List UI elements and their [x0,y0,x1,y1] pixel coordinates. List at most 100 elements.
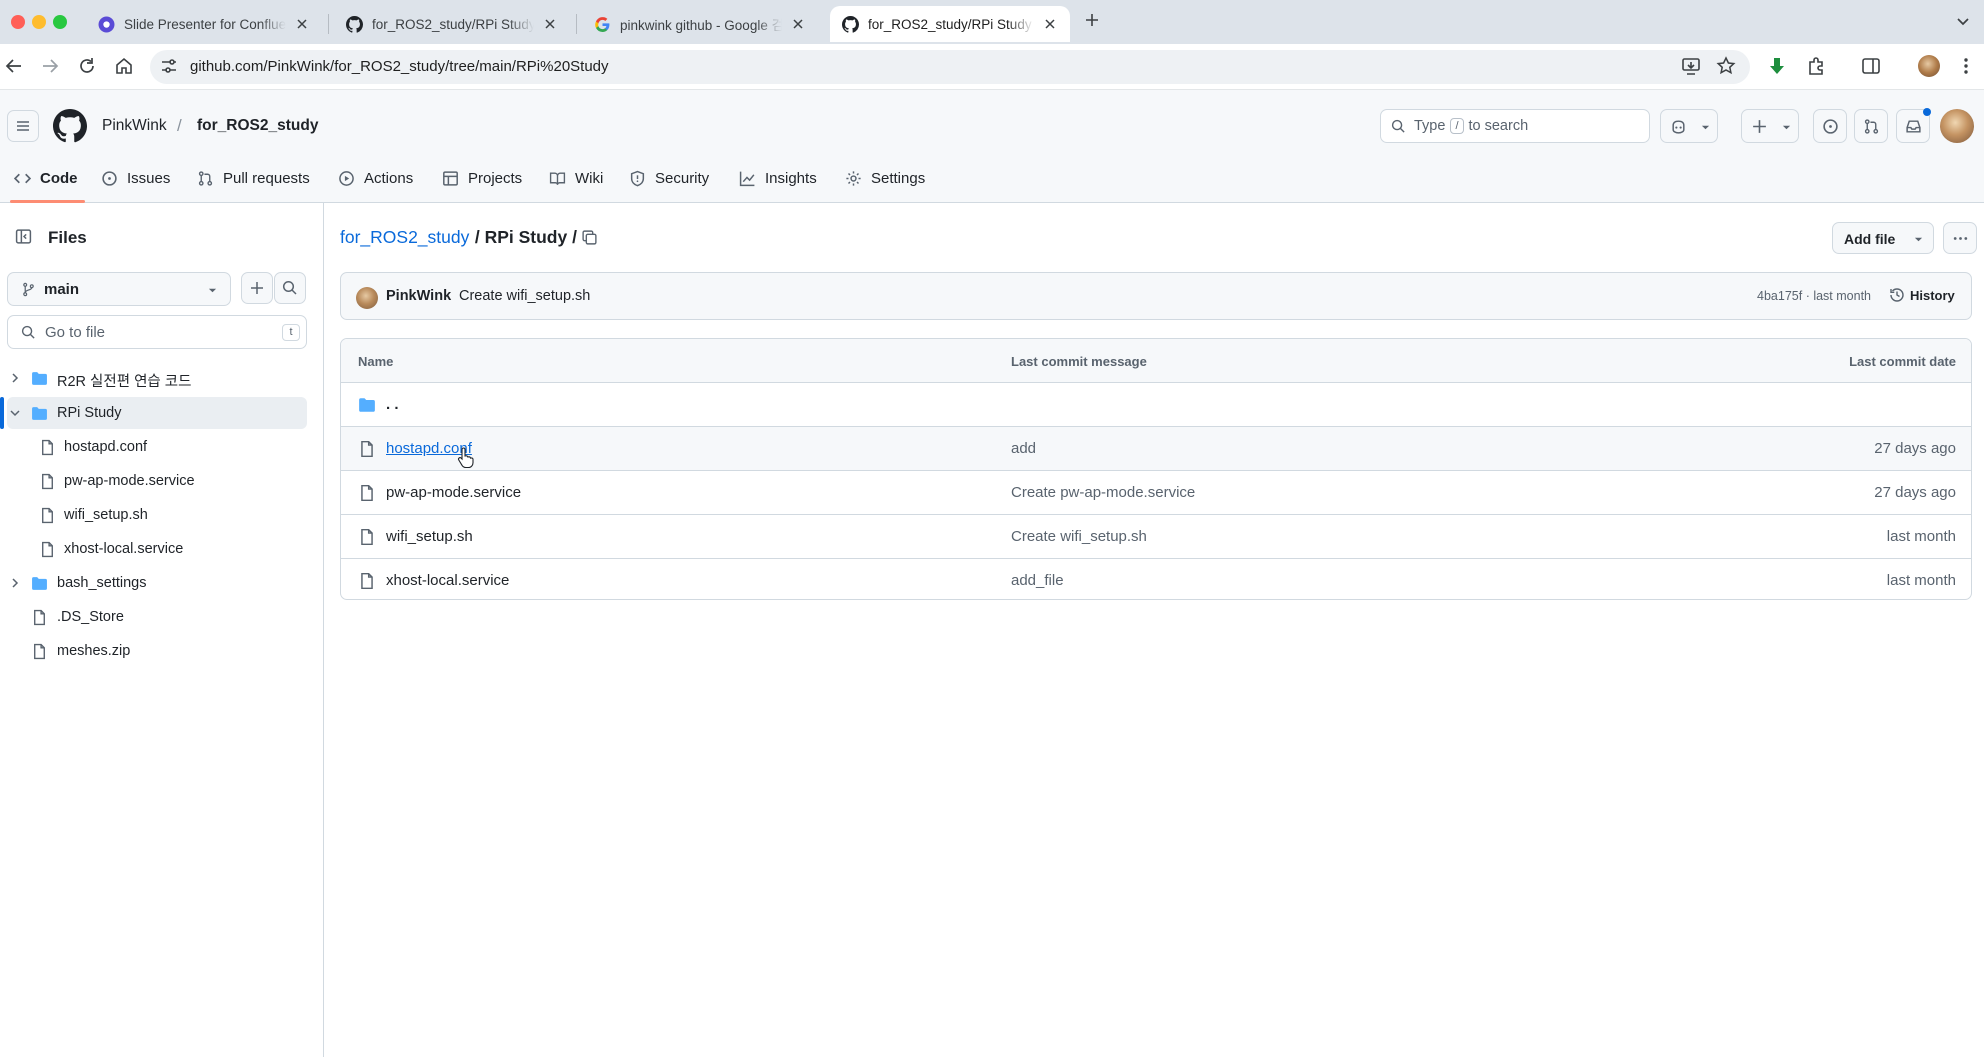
profile-avatar[interactable] [1918,55,1940,77]
close-tab-icon[interactable] [294,16,310,32]
side-panel-icon[interactable] [1860,55,1882,77]
tab-pull-requests[interactable]: Pull requests [197,166,310,190]
breadcrumb-owner-link[interactable]: PinkWink [102,117,167,135]
browser-tab[interactable]: pinkwink github - Google 검색 [582,6,818,42]
create-new-button[interactable] [1741,109,1799,143]
copy-path-icon[interactable] [581,229,598,246]
tab-code[interactable]: Code [14,166,78,190]
copilot-button[interactable] [1660,109,1718,143]
commit-message-link[interactable]: add_file [1011,572,1064,589]
tree-item-file[interactable]: pw-ap-mode.service [7,465,307,497]
tab-title: pinkwink github - Google 검색 [620,18,782,33]
chevron-down-icon [10,410,20,417]
commit-author[interactable]: PinkWink [386,288,451,304]
commit-date: last month [1886,572,1956,589]
browser-tab[interactable]: Slide Presenter for Confluence [86,6,322,42]
folder-icon [32,577,47,590]
tab-label: Settings [871,169,926,187]
reload-icon[interactable] [76,55,98,77]
branch-selector[interactable]: main [7,272,231,306]
commit-message-link[interactable]: add [1011,440,1036,457]
kebab-horizontal-icon [1953,237,1968,240]
file-name-link[interactable]: xhost-local.service [386,572,509,589]
tree-item-label: wifi_setup.sh [64,507,148,523]
issues-button[interactable] [1813,109,1847,143]
file-icon [42,507,53,524]
browser-menu-icon[interactable] [1955,55,1977,77]
tree-item-folder-selected[interactable]: RPi Study [7,397,307,429]
github-logo-icon[interactable] [53,109,87,143]
bookmark-star-icon[interactable] [1715,55,1737,77]
tree-item-file[interactable]: hostapd.conf [7,431,307,463]
table-row[interactable]: wifi_setup.sh Create wifi_setup.sh last … [341,515,1971,559]
table-row[interactable]: hostapd.conf add 27 days ago [341,427,1971,471]
pull-requests-button[interactable] [1854,109,1888,143]
home-icon[interactable] [113,55,135,77]
forward-icon[interactable] [39,55,61,77]
browser-tab-active[interactable]: for_ROS2_study/RPi Study at main [830,6,1070,42]
tree-item-file[interactable]: .DS_Store [7,601,307,633]
tree-item-folder[interactable]: bash_settings [7,567,307,599]
history-button[interactable]: History [1889,287,1955,303]
commit-message-link[interactable]: Create pw-ap-mode.service [1011,484,1195,501]
selected-item-indicator [0,397,4,429]
file-icon [361,528,373,546]
download-icon[interactable] [1766,55,1788,77]
extensions-icon[interactable] [1805,55,1827,77]
more-options-button[interactable] [1943,222,1977,254]
window-minimize-button[interactable] [32,15,46,29]
commit-hash-time[interactable]: 4ba175f · last month [1757,289,1871,303]
address-url[interactable]: github.com/PinkWink/for_ROS2_study/tree/… [190,44,609,90]
commit-message[interactable]: Create wifi_setup.sh [459,288,590,304]
tree-item-file[interactable]: xhost-local.service [7,533,307,565]
add-file-button[interactable]: Add file [1832,222,1934,254]
parent-directory-row[interactable]: . . [341,383,1971,427]
tab-issues[interactable]: Issues [101,166,170,190]
install-app-icon[interactable] [1680,55,1702,77]
tree-item-label: bash_settings [57,575,147,591]
file-name-link[interactable]: wifi_setup.sh [386,528,473,545]
folder-open-icon [32,407,47,420]
global-menu-button[interactable] [7,110,39,142]
tab-insights[interactable]: Insights [739,166,817,190]
tree-item-file[interactable]: meshes.zip [7,635,307,667]
tab-security[interactable]: Security [629,166,709,190]
chevron-down-icon [1914,237,1923,242]
browser-tab[interactable]: for_ROS2_study/RPi Study/hostapd.conf [334,6,570,42]
go-to-file-input[interactable]: Go to file t [7,315,307,349]
path-repo-link[interactable]: for_ROS2_study [340,227,469,248]
branch-icon [23,282,34,297]
table-row[interactable]: xhost-local.service add_file last month [341,559,1971,599]
tab-label: Actions [364,169,414,187]
tab-settings[interactable]: Settings [845,166,925,190]
table-row[interactable]: pw-ap-mode.service Create pw-ap-mode.ser… [341,471,1971,515]
add-file-sidebar-button[interactable] [241,272,273,304]
play-icon [339,170,354,186]
close-tab-icon[interactable] [542,16,558,32]
file-name-link[interactable]: pw-ap-mode.service [386,484,521,501]
new-tab-icon[interactable] [1082,10,1102,30]
collapse-sidebar-button[interactable] [9,222,37,250]
commit-message-link[interactable]: Create wifi_setup.sh [1011,528,1147,545]
window-close-button[interactable] [11,15,25,29]
close-tab-icon[interactable] [790,16,806,32]
commit-author-avatar[interactable] [356,287,378,309]
search-files-button[interactable] [274,272,306,304]
code-icon [14,173,31,183]
back-icon[interactable] [3,55,25,77]
global-search-input[interactable]: Type / to search [1380,109,1650,143]
close-tab-icon[interactable] [1042,16,1058,32]
tab-projects[interactable]: Projects [442,166,522,190]
site-settings-icon[interactable] [158,55,180,77]
tab-actions[interactable]: Actions [338,166,413,190]
path-current-folder: / RPi Study / [470,227,577,247]
tab-wiki[interactable]: Wiki [549,166,603,190]
issue-icon [1823,119,1838,134]
breadcrumb-repo-link[interactable]: for_ROS2_study [197,117,318,135]
tree-item-file[interactable]: wifi_setup.sh [7,499,307,531]
user-avatar[interactable] [1940,109,1974,143]
tree-item-folder[interactable]: R2R 실전편 연습 코드 [7,362,307,394]
parent-directory-link[interactable]: . . [386,396,399,413]
tab-search-icon[interactable] [1952,10,1974,32]
window-zoom-button[interactable] [53,15,67,29]
